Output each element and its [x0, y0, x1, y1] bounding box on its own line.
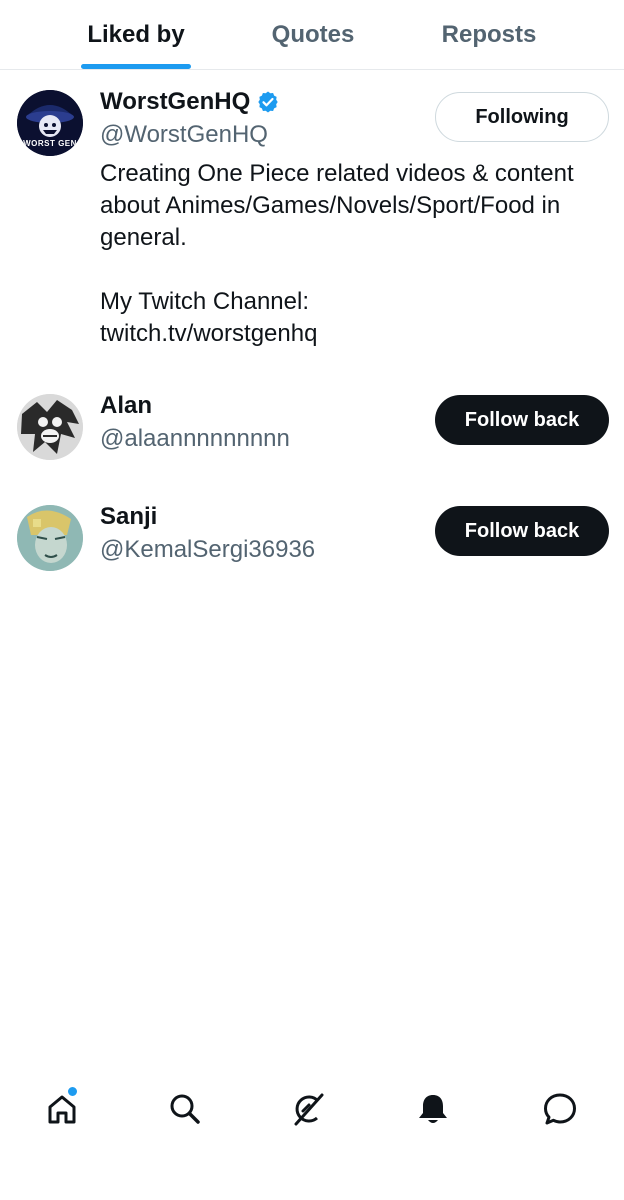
- nav-grok[interactable]: [284, 1084, 334, 1134]
- bio-line: about Animes/Games/Novels/Sport/Food in: [100, 192, 561, 219]
- bio-line: general.: [100, 224, 187, 251]
- username: @alaannnnnnnnn: [100, 425, 290, 452]
- display-name[interactable]: WorstGenHQ: [100, 88, 250, 116]
- bell-icon: [419, 1095, 447, 1123]
- tab-quotes[interactable]: Quotes: [248, 0, 378, 69]
- nav-home[interactable]: [37, 1084, 87, 1134]
- user-row[interactable]: Alan @alaannnnnnnnn Follow back: [0, 380, 624, 490]
- nav-notifications[interactable]: [408, 1084, 458, 1134]
- bio-line: Creating One Piece related videos & cont…: [100, 160, 574, 187]
- user-row[interactable]: Sanji @KemalSergi36936 Follow back: [0, 491, 624, 601]
- user-row[interactable]: WORST GEN WorstGenHQ @WorstGenHQ Followi…: [0, 70, 624, 370]
- tab-reposts[interactable]: Reposts: [420, 0, 558, 69]
- tab-liked-by[interactable]: Liked by: [70, 0, 202, 69]
- username: @KemalSergi36936: [100, 536, 316, 563]
- notification-dot: [67, 1086, 78, 1097]
- bio-link[interactable]: twitch.tv/worstgenhq: [100, 318, 610, 350]
- user-bio: Creating One Piece related videos & cont…: [100, 158, 610, 350]
- bottom-navigation: [0, 1072, 624, 1146]
- avatar-logo-text: WORST GEN: [23, 139, 77, 148]
- search-icon: [170, 1094, 200, 1124]
- follow-back-button[interactable]: Follow back: [435, 395, 609, 445]
- messages-icon: [544, 1093, 576, 1125]
- grok-icon: [294, 1093, 324, 1126]
- following-button[interactable]: Following: [435, 92, 609, 142]
- tab-bar: Liked by Quotes Reposts: [0, 0, 624, 70]
- avatar[interactable]: WORST GEN: [17, 90, 83, 156]
- active-tab-indicator: [81, 64, 191, 69]
- display-name[interactable]: Sanji: [100, 503, 157, 531]
- bio-blank-line: [100, 254, 610, 286]
- follow-back-button[interactable]: Follow back: [435, 506, 609, 556]
- nav-messages[interactable]: [535, 1084, 585, 1134]
- avatar[interactable]: [17, 394, 83, 460]
- avatar[interactable]: [17, 505, 83, 571]
- nav-search[interactable]: [160, 1084, 210, 1134]
- bio-line: My Twitch Channel:: [100, 288, 309, 315]
- home-icon: [48, 1095, 76, 1124]
- verified-badge-icon: [258, 91, 278, 113]
- username: @WorstGenHQ: [100, 121, 268, 148]
- display-name[interactable]: Alan: [100, 392, 152, 420]
